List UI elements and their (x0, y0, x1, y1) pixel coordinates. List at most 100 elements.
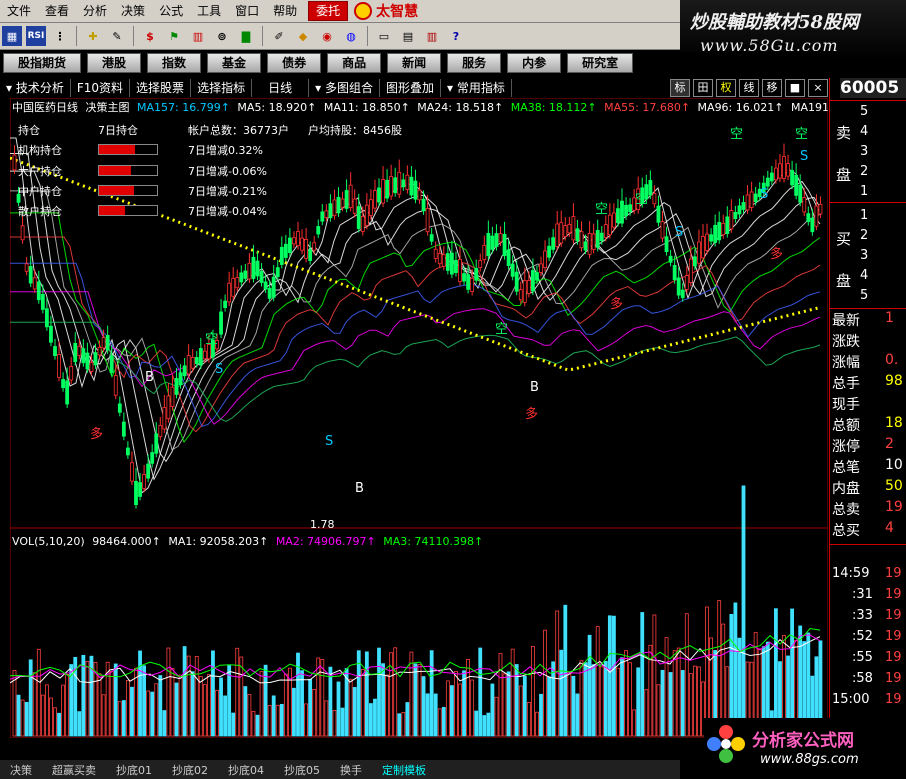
close-button[interactable]: × (808, 79, 828, 97)
candle-body (478, 260, 483, 268)
cat-research[interactable]: 研究室 (567, 53, 634, 73)
maximize-button[interactable]: ■ (785, 79, 805, 97)
tab-select-indicator[interactable]: 选择指标 (191, 79, 253, 97)
holding-change-large: 7日增减-0.06% (188, 165, 267, 178)
candle-body (551, 237, 556, 250)
candle-body (745, 194, 750, 211)
flag-icon[interactable]: ⚑ (164, 26, 184, 46)
help-icon[interactable]: ? (446, 26, 466, 46)
line-button[interactable]: 线 (739, 79, 759, 97)
tab-super-trade[interactable]: 超赢买卖 (42, 762, 106, 778)
volume-bar (474, 710, 479, 737)
volume-bar (437, 708, 442, 737)
tab-multi-chart[interactable]: ▾ 多图组合 (309, 79, 380, 97)
tick-time: :31 (852, 587, 873, 602)
tab-overlay[interactable]: 图形叠加 (380, 79, 441, 97)
cat-news[interactable]: 新闻 (387, 53, 442, 73)
tab-bottom04[interactable]: 抄底04 (218, 762, 274, 778)
menu-view[interactable]: 查看 (38, 0, 76, 22)
cat-hk-stocks[interactable]: 港股 (87, 53, 142, 73)
volume-bar (676, 647, 681, 737)
candle-body (28, 266, 33, 284)
mark-button[interactable]: 标 (670, 79, 690, 97)
volume-bar (652, 614, 657, 737)
candle-body (624, 204, 628, 217)
rsi-button[interactable]: RSI (26, 26, 46, 46)
layout-icon[interactable]: ▤ (398, 26, 418, 46)
menu-trade-button[interactable]: 委托 (308, 1, 349, 21)
volume-bar (466, 658, 471, 737)
candle-body (227, 282, 232, 303)
candle-body (194, 357, 199, 365)
tab-bottom01[interactable]: 抄底01 (106, 762, 162, 778)
menu-analysis[interactable]: 分析 (76, 0, 114, 22)
candle-body (121, 421, 126, 437)
logo-url: www.88gs.com (760, 752, 859, 767)
volume-bar (296, 652, 300, 737)
grid-icon[interactable]: ▦ (2, 26, 22, 46)
dotted-icon[interactable]: ⋮ (50, 26, 70, 46)
globe-icon[interactable]: ◍ (341, 26, 361, 46)
signal-label: 空 (495, 322, 508, 337)
tab-custom-template[interactable]: 定制模板 (372, 762, 436, 778)
tab-select-stock[interactable]: 选择股票 (130, 79, 192, 97)
tab-decision[interactable]: 决策 (0, 762, 42, 778)
crosshair-icon[interactable]: ✚ (83, 26, 103, 46)
volume-bar (320, 659, 325, 737)
window-icon[interactable]: ▭ (374, 26, 394, 46)
menu-tools[interactable]: 工具 (190, 0, 228, 22)
candle-body (271, 276, 276, 298)
candle-body (449, 252, 454, 275)
cat-commodities[interactable]: 商品 (327, 53, 382, 73)
grid-button[interactable]: 田 (693, 79, 713, 97)
cat-services[interactable]: 服务 (447, 53, 502, 73)
candle-body (292, 237, 296, 245)
tab-bottom05[interactable]: 抄底05 (274, 762, 330, 778)
tab-period[interactable]: 日线 (252, 79, 310, 97)
book-icon[interactable]: ▥ (422, 26, 442, 46)
menu-help[interactable]: 帮助 (266, 0, 304, 22)
sell-label-2: 盘 (836, 166, 852, 184)
tab-turnover[interactable]: 换手 (330, 762, 372, 778)
candle-body (393, 177, 398, 194)
menu-window[interactable]: 窗口 (228, 0, 266, 22)
candle-body (97, 347, 102, 356)
cat-funds[interactable]: 基金 (207, 53, 262, 73)
binoculars-icon[interactable]: ⊚ (212, 26, 232, 46)
tab-bottom02[interactable]: 抄底02 (162, 762, 218, 778)
cat-index-futures[interactable]: 股指期货 (3, 53, 82, 73)
tab-common-indicators[interactable]: ▾ 常用指标 (441, 79, 512, 97)
ma-curve (10, 262, 821, 428)
volume-bar (628, 662, 632, 737)
diamond-icon[interactable]: ◆ (293, 26, 313, 46)
volume-bar (113, 663, 118, 737)
candle-body (749, 191, 754, 208)
menu-formula[interactable]: 公式 (152, 0, 190, 22)
candle-body (243, 270, 248, 279)
cat-index[interactable]: 指数 (147, 53, 202, 73)
stat-value: 10 (885, 457, 903, 473)
edit-icon[interactable]: ✐ (269, 26, 289, 46)
menu-decision[interactable]: 决策 (114, 0, 152, 22)
volume-bar (539, 693, 543, 737)
brand-logo: 太智慧 (354, 1, 418, 21)
cat-insider[interactable]: 内参 (507, 53, 562, 73)
cat-bonds[interactable]: 债券 (267, 53, 322, 73)
tab-tech-analysis[interactable]: ▾ 技术分析 (0, 79, 71, 97)
brand-icon (354, 2, 373, 20)
volume-bar (146, 690, 151, 737)
menu-file[interactable]: 文件 (0, 0, 38, 22)
volume-bar (672, 650, 677, 737)
chart-icon[interactable]: ▥ (188, 26, 208, 46)
candle-body (381, 179, 385, 204)
candle-body (320, 211, 325, 222)
candle-body (247, 262, 252, 280)
dollar-icon[interactable]: $ (140, 26, 160, 46)
bars-icon[interactable]: ▇ (236, 26, 256, 46)
target-icon[interactable]: ◉ (317, 26, 337, 46)
tab-f10[interactable]: F10资料 (71, 79, 131, 97)
candle-body (12, 154, 17, 171)
rights-button[interactable]: 权 (716, 79, 736, 97)
move-button[interactable]: 移 (762, 79, 782, 97)
pen-icon[interactable]: ✎ (107, 26, 127, 46)
